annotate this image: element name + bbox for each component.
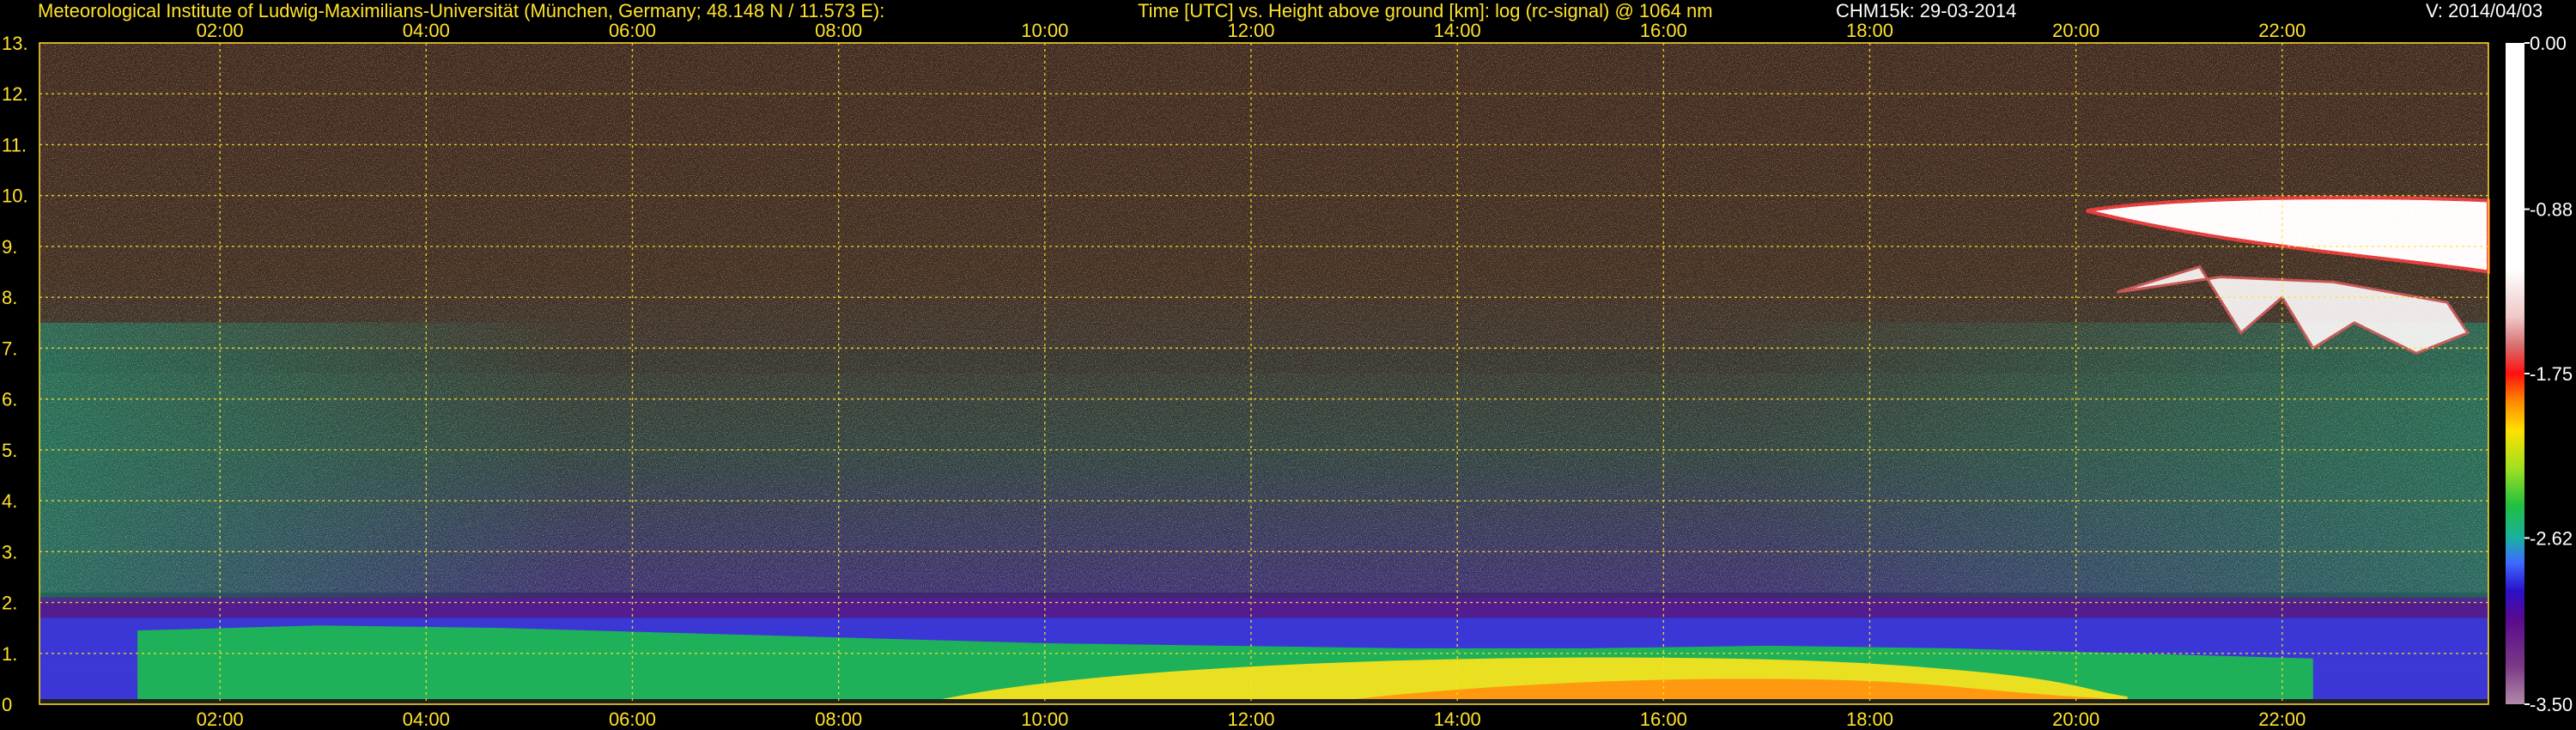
x-tick-label-top: 08:00 bbox=[815, 20, 862, 41]
x-tick-label-top: 14:00 bbox=[1434, 20, 1481, 41]
x-tick-label-bottom: 18:00 bbox=[1846, 709, 1893, 730]
ceilometer-plot: Meteorological Institute of Ludwig-Maxim… bbox=[0, 0, 2576, 730]
x-tick-label-top: 20:00 bbox=[2052, 20, 2099, 41]
y-tick-label: 4. bbox=[2, 490, 17, 512]
x-tick-label-top: 02:00 bbox=[197, 20, 244, 41]
y-tick-label: 1. bbox=[2, 643, 17, 665]
y-tick-label: 5. bbox=[2, 440, 17, 461]
y-tick-label: 12. bbox=[2, 83, 28, 105]
x-tick-label-top: 18:00 bbox=[1846, 20, 1893, 41]
x-tick-label-bottom: 10:00 bbox=[1021, 709, 1068, 730]
x-tick-label-top: 06:00 bbox=[609, 20, 656, 41]
ground-strip bbox=[39, 699, 2488, 704]
y-tick-label: 10. bbox=[2, 186, 28, 207]
y-tick-label: 0 bbox=[2, 694, 12, 715]
y-tick-label: 13. bbox=[2, 33, 28, 54]
y-tick-label: 6. bbox=[2, 389, 17, 411]
y-tick-label: 11. bbox=[2, 134, 27, 155]
residual-layer-top bbox=[39, 597, 2488, 618]
x-tick-label-top: 12:00 bbox=[1227, 20, 1274, 41]
x-tick-label-bottom: 06:00 bbox=[609, 709, 656, 730]
x-tick-label-bottom: 12:00 bbox=[1227, 709, 1274, 730]
x-tick-label-bottom: 14:00 bbox=[1434, 709, 1481, 730]
y-tick-label: 3. bbox=[2, 541, 17, 563]
colorbar-tick-label: -1.75 bbox=[2530, 363, 2573, 385]
x-tick-label-top: 04:00 bbox=[403, 20, 450, 41]
x-tick-label-bottom: 08:00 bbox=[815, 709, 862, 730]
x-tick-label-bottom: 20:00 bbox=[2052, 709, 2099, 730]
y-tick-label: 7. bbox=[2, 338, 17, 359]
x-tick-label-top: 10:00 bbox=[1021, 20, 1068, 41]
colorbar-tick-label: -0.88 bbox=[2530, 199, 2573, 221]
colorbar-tick-label: -2.62 bbox=[2530, 527, 2573, 549]
colorbar bbox=[2506, 43, 2524, 704]
y-tick-label: 9. bbox=[2, 236, 17, 258]
signal-noise-green bbox=[39, 374, 2488, 593]
x-tick-label-bottom: 22:00 bbox=[2258, 709, 2306, 730]
heatmap-svg: 02:00 02:00 04:00 04:00 06:00 06:00 08:00 08:00… bbox=[2, 20, 2573, 730]
colorbar-tick-label: -3.50 bbox=[2530, 694, 2573, 715]
colorbar-tick-label: 0.00 bbox=[2530, 33, 2567, 54]
x-tick-label-bottom: 04:00 bbox=[403, 709, 450, 730]
y-tick-label: 2. bbox=[2, 593, 17, 614]
x-tick-label-bottom: 16:00 bbox=[1640, 709, 1687, 730]
x-tick-label-top: 16:00 bbox=[1640, 20, 1687, 41]
y-tick-label: 8. bbox=[2, 287, 17, 308]
x-tick-label-bottom: 02:00 bbox=[197, 709, 244, 730]
x-tick-label-top: 22:00 bbox=[2258, 20, 2306, 41]
